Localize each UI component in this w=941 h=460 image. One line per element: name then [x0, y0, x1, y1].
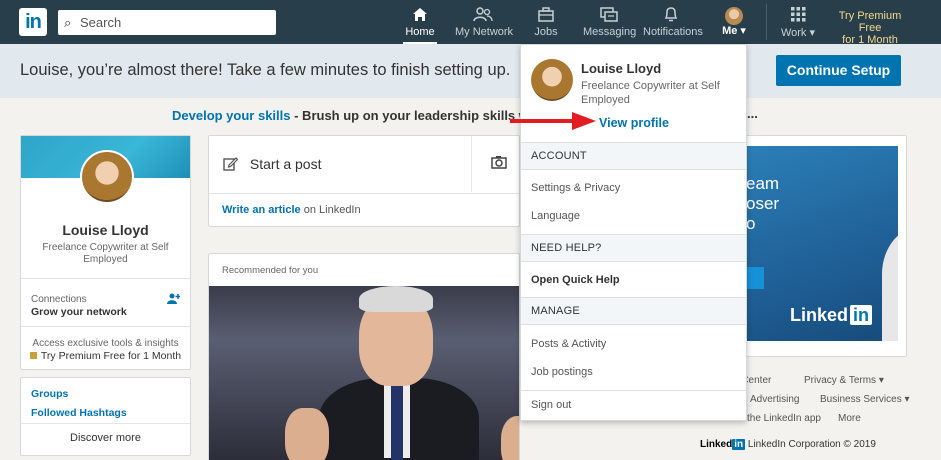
- menu-profile-name: Louise Lloyd: [581, 61, 662, 76]
- continue-setup-button[interactable]: Continue Setup: [776, 55, 901, 86]
- footer-advertising[interactable]: Advertising: [750, 394, 799, 405]
- avatar: [725, 7, 743, 25]
- menu-open-quick-help[interactable]: Open Quick Help: [531, 274, 620, 286]
- search-input[interactable]: ⌕ Search: [58, 10, 276, 35]
- post-composer: Start a post Write an article on LinkedI…: [208, 135, 520, 227]
- camera-icon[interactable]: [491, 155, 507, 173]
- ad-headline: eam oser o: [746, 174, 780, 233]
- view-profile-link[interactable]: View profile: [599, 116, 669, 130]
- menu-language[interactable]: Language: [531, 210, 580, 222]
- groups-card: Groups Followed Hashtags Discover more: [20, 377, 191, 456]
- menu-section-need-help: NEED HELP?: [521, 234, 746, 262]
- messaging-icon: [583, 0, 635, 22]
- pencil-icon: [223, 156, 242, 172]
- ad-brand-logo: Linked in: [790, 305, 873, 326]
- network-icon: [455, 0, 511, 22]
- nav-notifications[interactable]: Notifications: [643, 0, 703, 44]
- feed-post: Recommended for you: [208, 253, 520, 460]
- start-post-button[interactable]: Start a post: [223, 156, 321, 172]
- nav-me-menu[interactable]: Me ▾: [718, 0, 750, 44]
- followed-hashtags-link[interactable]: Followed Hashtags: [31, 407, 127, 419]
- nav-messaging[interactable]: Messaging: [583, 0, 636, 44]
- menu-sign-out[interactable]: Sign out: [531, 399, 571, 411]
- footer-business-services[interactable]: Business Services ▾: [820, 394, 910, 405]
- briefcase-icon: [530, 0, 562, 22]
- menu-posts-activity[interactable]: Posts & Activity: [531, 338, 606, 350]
- menu-profile-photo[interactable]: [531, 59, 573, 101]
- try-premium-card-link[interactable]: Try Premium Free for 1 Month: [21, 350, 190, 362]
- red-arrow-annotation: [510, 112, 596, 130]
- footer-more[interactable]: More: [838, 413, 861, 424]
- footer-copyright: Linked in LinkedIn Corporation © 2019: [700, 439, 876, 450]
- menu-job-postings[interactable]: Job postings: [531, 366, 593, 378]
- profile-photo[interactable]: [80, 150, 134, 204]
- footer-privacy-terms[interactable]: Privacy & Terms ▾: [804, 375, 884, 386]
- search-icon: ⌕: [64, 15, 72, 30]
- premium-badge-icon: [29, 352, 37, 359]
- bell-icon: [643, 0, 699, 22]
- discover-more-link[interactable]: Discover more: [21, 432, 190, 444]
- recommended-label: Recommended for you: [222, 265, 319, 276]
- profile-card: Louise Lloyd Freelance Copywriter at Sel…: [20, 135, 191, 370]
- linkedin-logo[interactable]: in: [19, 8, 47, 36]
- setup-banner-text: Louise, you’re almost there! Take a few …: [20, 61, 511, 79]
- menu-profile-headline: Freelance Copywriter at Self Employed: [581, 80, 720, 106]
- nav-divider: [766, 4, 767, 40]
- profile-headline: Freelance Copywriter at Self Employed: [42, 242, 169, 265]
- feed-post-image[interactable]: [209, 286, 519, 460]
- groups-link[interactable]: Groups: [31, 388, 68, 400]
- nav-home[interactable]: Home: [403, 0, 437, 44]
- write-article-link[interactable]: Write an article on LinkedIn: [222, 204, 361, 216]
- grow-network-link[interactable]: Grow your network: [31, 306, 127, 318]
- develop-skills-link[interactable]: Develop your skills: [172, 108, 291, 123]
- me-dropdown-menu: Louise Lloyd Freelance Copywriter at Sel…: [520, 44, 747, 421]
- nav-my-network[interactable]: My Network: [455, 0, 513, 44]
- nav-jobs[interactable]: Jobs: [530, 0, 562, 44]
- search-placeholder: Search: [80, 15, 122, 30]
- skills-promo-ellipsis: ...: [747, 106, 758, 121]
- premium-access-text: Access exclusive tools & insights: [32, 338, 179, 349]
- try-premium-link[interactable]: Try Premium Free for 1 Month: [826, 10, 914, 46]
- menu-settings-privacy[interactable]: Settings & Privacy: [531, 182, 620, 194]
- profile-name[interactable]: Louise Lloyd: [21, 222, 190, 238]
- grid-icon: [779, 0, 817, 22]
- add-connection-icon[interactable]: [167, 293, 180, 308]
- home-icon: [403, 0, 437, 22]
- connections-label[interactable]: Connections: [31, 294, 87, 305]
- nav-work[interactable]: Work ▾: [779, 0, 817, 44]
- menu-section-manage: MANAGE: [521, 297, 746, 325]
- top-nav: in ⌕ Search Home My Network Jobs Messagi…: [0, 0, 941, 46]
- footer-get-app[interactable]: the LinkedIn app: [747, 413, 821, 424]
- menu-section-account: ACCOUNT: [521, 142, 746, 170]
- skills-promo[interactable]: Develop your skills - Brush up on your l…: [172, 108, 556, 123]
